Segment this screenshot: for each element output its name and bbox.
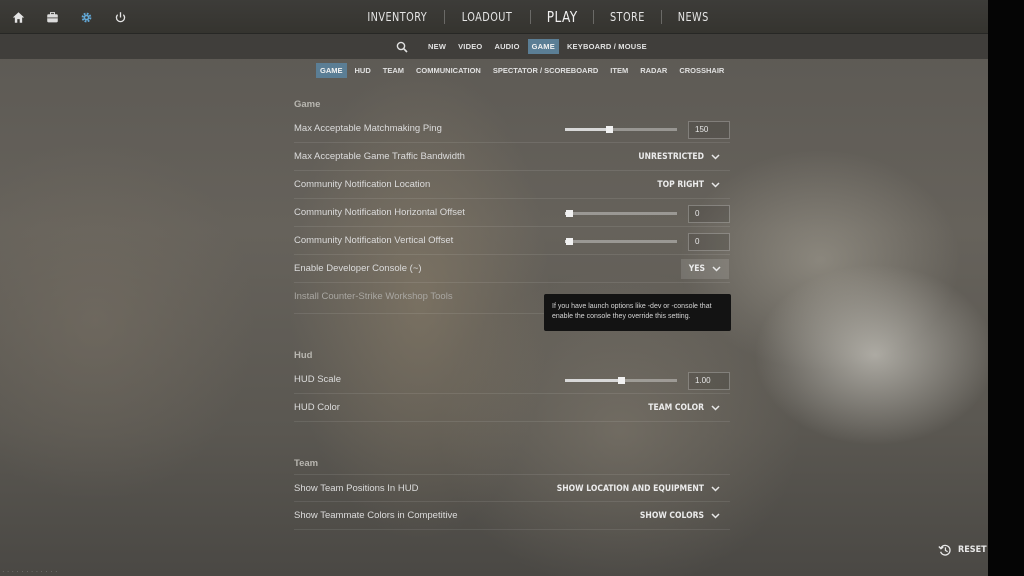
slider-fill <box>565 379 621 382</box>
chevron-down-icon <box>711 181 720 190</box>
category-team[interactable]: TEAM <box>379 63 408 78</box>
slider-handle[interactable] <box>566 238 574 245</box>
setting-label: Community Notification Horizontal Offset <box>294 207 465 218</box>
setting-row-hud-color: HUD Color TEAM COLOR <box>294 394 730 422</box>
dropdown-value: TEAM COLOR <box>648 403 704 413</box>
nav-play[interactable]: PLAY <box>534 8 590 26</box>
reset-button[interactable]: RESET <box>938 543 987 557</box>
setting-label: Max Acceptable Game Traffic Bandwidth <box>294 151 465 162</box>
settings-subnav-bar: NEW VIDEO AUDIO GAME KEYBOARD / MOUSE <box>0 34 988 59</box>
setting-label: Max Acceptable Matchmaking Ping <box>294 123 442 134</box>
chevron-down-icon <box>711 485 720 494</box>
chevron-down-icon <box>711 404 720 413</box>
game-category-nav: GAME HUD TEAM COMMUNICATION SPECTATOR / … <box>314 63 730 78</box>
horizontal-offset-input[interactable]: 0 <box>688 205 730 223</box>
category-communication[interactable]: COMMUNICATION <box>412 63 485 78</box>
home-icon[interactable] <box>10 9 26 25</box>
tab-new[interactable]: NEW <box>424 39 450 54</box>
section-title-game: Game <box>294 99 321 110</box>
slider-handle[interactable] <box>605 126 613 133</box>
nav-store[interactable]: STORE <box>597 10 657 24</box>
setting-row-developer-console: Enable Developer Console (~) YES <box>294 255 730 283</box>
dropdown-value: UNRESTRICTED <box>638 152 704 162</box>
tab-keyboard-mouse[interactable]: KEYBOARD / MOUSE <box>563 39 651 54</box>
category-spectator-scoreboard[interactable]: SPECTATOR / SCOREBOARD <box>489 63 602 78</box>
right-edge-strip <box>988 0 1024 576</box>
setting-label: Install Counter-Strike Workshop Tools <box>294 291 453 302</box>
nav-separator <box>592 10 594 24</box>
category-game[interactable]: GAME <box>316 63 347 78</box>
nav-news[interactable]: NEWS <box>665 10 721 24</box>
category-radar[interactable]: RADAR <box>636 63 671 78</box>
slider-handle[interactable] <box>566 210 574 217</box>
setting-label: Enable Developer Console (~) <box>294 263 422 274</box>
team-positions-dropdown[interactable]: SHOW LOCATION AND EQUIPMENT <box>557 475 720 503</box>
notification-location-dropdown[interactable]: TOP RIGHT <box>657 171 720 199</box>
dropdown-value: SHOW COLORS <box>639 511 704 521</box>
settings-subnav: NEW VIDEO AUDIO GAME KEYBOARD / MOUSE <box>396 34 653 59</box>
top-navigation-bar: INVENTORY LOADOUT PLAY STORE NEWS <box>0 0 988 34</box>
hud-scale-slider[interactable] <box>565 377 677 384</box>
dropdown-value: SHOW LOCATION AND EQUIPMENT <box>556 484 704 494</box>
tab-video[interactable]: VIDEO <box>454 39 486 54</box>
category-crosshair[interactable]: CROSSHAIR <box>675 63 728 78</box>
search-icon[interactable] <box>396 40 410 54</box>
bandwidth-dropdown[interactable]: UNRESTRICTED <box>638 143 720 171</box>
dropdown-value: YES <box>688 264 705 274</box>
slider-fill <box>565 128 609 131</box>
horizontal-offset-slider[interactable] <box>565 210 677 217</box>
developer-console-dropdown[interactable]: YES <box>680 259 729 279</box>
setting-row-team-positions: Show Team Positions In HUD SHOW LOCATION… <box>294 474 730 502</box>
setting-label: Show Teammate Colors in Competitive <box>294 510 458 521</box>
nav-separator <box>529 10 531 24</box>
nav-separator <box>660 10 662 24</box>
setting-row-teammate-colors: Show Teammate Colors in Competitive SHOW… <box>294 502 730 530</box>
chevron-down-icon <box>711 512 720 521</box>
reset-label: RESET <box>958 545 987 555</box>
chevron-down-icon <box>711 153 720 162</box>
build-info-text: · · · · · · · · · · · · <box>2 569 58 574</box>
hud-color-dropdown[interactable]: TEAM COLOR <box>648 394 720 422</box>
category-item[interactable]: ITEM <box>606 63 632 78</box>
setting-label: Community Notification Vertical Offset <box>294 235 454 246</box>
ping-value-input[interactable]: 150 <box>688 121 730 139</box>
setting-row-notification-h-offset: Community Notification Horizontal Offset… <box>294 199 730 227</box>
slider-handle[interactable] <box>618 377 625 384</box>
settings-gear-icon[interactable] <box>78 9 94 25</box>
category-hud[interactable]: HUD <box>351 63 375 78</box>
tab-audio[interactable]: AUDIO <box>490 39 523 54</box>
history-reset-icon <box>938 544 951 556</box>
setting-label: HUD Scale <box>294 374 341 385</box>
vertical-offset-input[interactable]: 0 <box>688 233 730 251</box>
section-title-hud: Hud <box>294 350 313 361</box>
setting-row-traffic-bandwidth: Max Acceptable Game Traffic Bandwidth UN… <box>294 143 730 171</box>
section-title-team: Team <box>294 458 319 469</box>
top-left-icon-group <box>10 9 146 25</box>
setting-label: Show Team Positions In HUD <box>294 483 419 494</box>
nav-separator <box>444 10 446 24</box>
dropdown-value: TOP RIGHT <box>657 180 704 190</box>
tab-game[interactable]: GAME <box>527 39 559 54</box>
setting-row-matchmaking-ping: Max Acceptable Matchmaking Ping 150 <box>294 115 730 143</box>
vertical-offset-slider[interactable] <box>565 238 677 245</box>
setting-row-hud-scale: HUD Scale 1.00 <box>294 366 730 394</box>
teammate-colors-dropdown[interactable]: SHOW COLORS <box>640 502 720 530</box>
setting-label: Community Notification Location <box>294 179 431 190</box>
nav-loadout[interactable]: LOADOUT <box>450 10 526 24</box>
inventory-case-icon[interactable] <box>44 9 60 25</box>
setting-row-notification-location: Community Notification Location TOP RIGH… <box>294 171 730 199</box>
power-icon[interactable] <box>112 9 128 25</box>
setting-label: HUD Color <box>294 402 340 413</box>
chevron-down-icon <box>712 265 721 274</box>
hud-scale-input[interactable]: 1.00 <box>688 372 730 390</box>
developer-console-tooltip: If you have launch options like -dev or … <box>544 294 731 331</box>
main-navigation: INVENTORY LOADOUT PLAY STORE NEWS <box>350 0 724 34</box>
setting-row-notification-v-offset: Community Notification Vertical Offset 0 <box>294 227 730 255</box>
ping-slider[interactable] <box>565 126 677 133</box>
nav-inventory[interactable]: INVENTORY <box>355 10 440 24</box>
